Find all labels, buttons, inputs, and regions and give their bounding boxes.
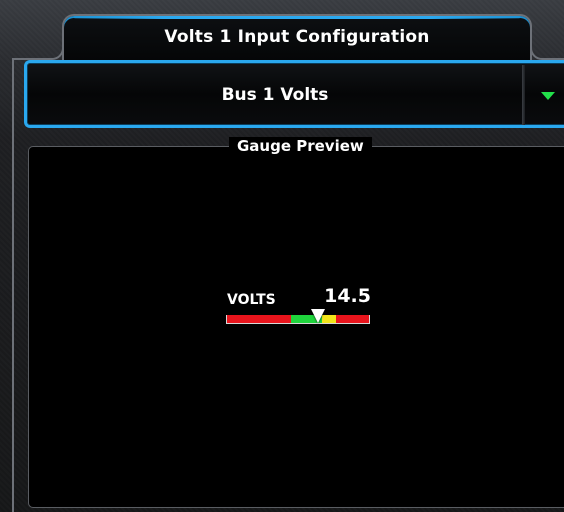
configuration-screen: Volts 1 Input Configuration Bus 1 Volts … bbox=[0, 0, 564, 512]
input-source-dropdown[interactable]: Bus 1 Volts bbox=[24, 60, 564, 128]
gauge-band-low-red bbox=[227, 315, 291, 323]
gauge-preview-panel: Gauge Preview VOLTS 14.5 bbox=[28, 137, 564, 508]
volts-gauge: VOLTS 14.5 bbox=[225, 285, 371, 325]
gauge-band-bar bbox=[226, 315, 370, 324]
gauge-value: 14.5 bbox=[324, 285, 371, 307]
dropdown-divider bbox=[522, 65, 525, 125]
input-source-value: Bus 1 Volts bbox=[221, 85, 329, 105]
panel-frame-left bbox=[14, 44, 64, 60]
gauge-preview-title: Gauge Preview bbox=[229, 137, 372, 155]
window-title: Volts 1 Input Configuration bbox=[164, 27, 430, 47]
panel-frame-right bbox=[530, 44, 564, 60]
panel-frame-edge bbox=[12, 58, 14, 512]
window-title-tab: Volts 1 Input Configuration bbox=[62, 14, 532, 60]
gauge-band-high-red bbox=[336, 315, 369, 323]
gauge-label: VOLTS bbox=[227, 292, 276, 308]
gauge-pointer-icon bbox=[311, 309, 326, 323]
triangle-down-icon[interactable] bbox=[541, 92, 555, 100]
